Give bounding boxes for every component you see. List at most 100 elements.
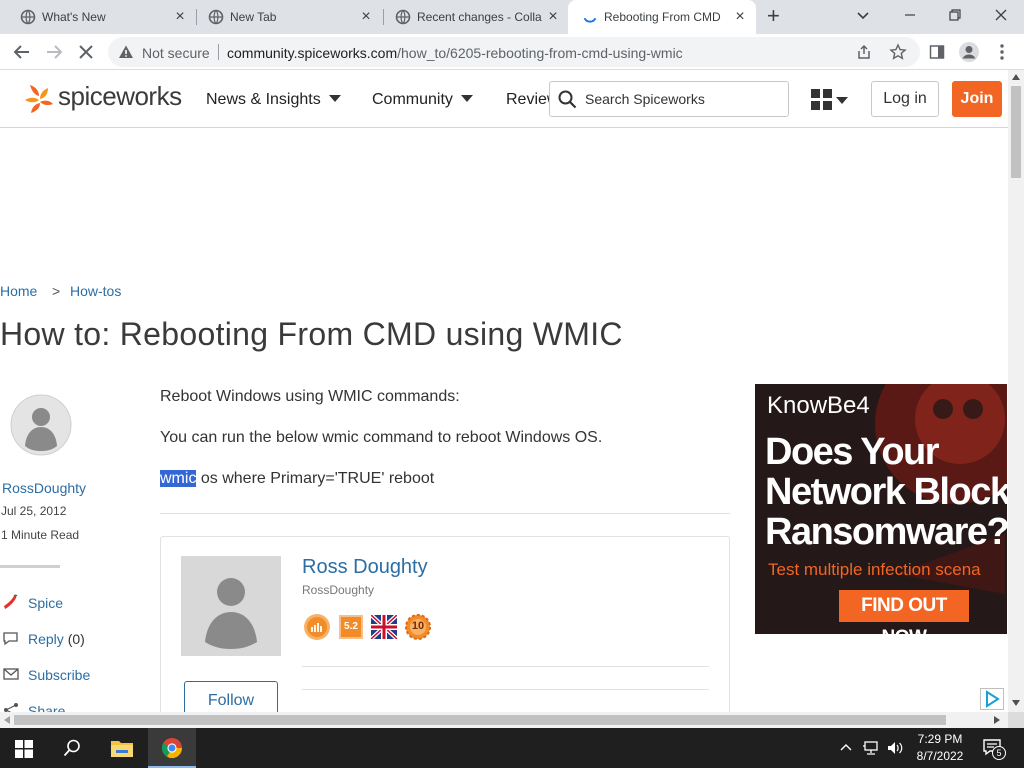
clock-time[interactable]: 7:29 PM [912,732,968,746]
author-avatar[interactable] [10,394,72,456]
author-card-name[interactable]: Ross Doughty [302,556,428,579]
chevron-down-icon [836,97,848,104]
author-card: Ross Doughty RossDoughty 5.2 10 Follow [160,536,730,726]
network-icon[interactable] [862,740,880,756]
scroll-left-arrow-icon[interactable] [4,716,10,724]
reply-button[interactable]: Reply (0) [2,630,85,647]
vertical-scroll-thumb[interactable] [1011,86,1021,178]
browser-toolbar: Not secure community.spiceworks.com/how_… [0,34,1024,70]
close-window-icon[interactable] [994,8,1008,22]
side-panel-icon[interactable] [929,44,945,60]
search-placeholder: Search Spiceworks [585,91,705,107]
chevron-up-icon[interactable] [840,743,852,751]
adchoices-icon[interactable] [980,688,1004,710]
stop-loading-icon[interactable] [74,40,98,64]
new-tab-plus-icon[interactable]: + [767,5,780,27]
years-badge: 10 [405,614,431,640]
breadcrumb-howtos[interactable]: How-tos [70,283,121,299]
ad-headline-line2: Network Block [765,471,1007,513]
url-text[interactable]: community.spiceworks.com/how_to/6205-reb… [227,45,683,61]
author-card-username: RossDoughty [302,583,375,597]
tab-search-chevron-icon[interactable] [856,8,870,22]
spice-button[interactable]: Spice [2,594,63,611]
ad-subline: Test multiple infection scena [768,560,981,579]
login-button[interactable]: Log in [871,81,939,117]
author-link[interactable]: RossDoughty [2,480,86,496]
spiceworks-logo[interactable]: spiceworks [22,80,187,116]
envelope-icon [3,668,19,680]
nav-news-insights[interactable]: News & Insights [206,91,341,109]
close-tab-icon[interactable]: × [172,9,188,25]
chevron-down-icon [460,95,473,102]
windows-start-icon[interactable] [15,740,33,758]
reply-label: Reply [28,631,64,647]
breadcrumb-separator: > [52,283,61,299]
action-center-button[interactable]: 5 [980,736,1008,762]
chrome-taskbar-button[interactable] [148,728,196,768]
selected-text: wmic [160,470,197,487]
nav-label: Community [372,91,453,108]
uk-flag-icon [371,615,397,639]
browser-tab[interactable]: Recent changes - Colla × [381,0,569,34]
omnibox-divider [218,44,219,60]
taskbar-search-icon[interactable] [63,739,81,757]
scroll-down-arrow-icon[interactable] [1012,700,1020,706]
pepper-icon [4,594,18,609]
url-path: /how_to/6205-rebooting-from-cmd-using-wm… [397,45,683,61]
minimize-icon[interactable] [903,8,917,22]
nav-reviews[interactable]: Reviews [506,91,550,109]
close-tab-icon[interactable]: × [732,9,748,25]
scroll-right-arrow-icon[interactable] [994,716,1000,724]
read-time: 1 Minute Read [1,528,80,542]
globe-icon [395,9,411,25]
browser-tab-active[interactable]: Rebooting From CMD × [568,0,756,34]
scroll-up-arrow-icon[interactable] [1012,74,1020,80]
loading-icon [584,18,596,23]
vertical-scrollbar[interactable] [1008,70,1024,712]
clock-date[interactable]: 8/7/2022 [912,749,968,763]
search-icon [558,90,577,109]
file-explorer-taskbar-button[interactable] [98,728,146,768]
horizontal-scroll-thumb[interactable] [14,715,946,725]
warning-icon[interactable] [118,44,134,60]
browser-tab[interactable]: What's New × [6,0,196,34]
ad-cta-button[interactable]: FIND OUT NOW [839,590,969,634]
article-paragraph: You can run the below wmic command to re… [160,429,603,446]
site-search-input[interactable]: Search Spiceworks [549,81,789,117]
bookmark-star-icon[interactable] [889,43,907,61]
rank-badge-icon [304,614,330,640]
ad-headline-line3: Ransomware? [765,511,1007,553]
join-button[interactable]: Join [952,81,1002,117]
security-status[interactable]: Not secure [142,45,210,61]
address-bar[interactable]: Not secure community.spiceworks.com/how_… [108,37,920,67]
card-divider [302,689,709,690]
url-host: community.spiceworks.com [227,45,398,61]
notification-count-badge: 5 [992,746,1006,760]
nav-community[interactable]: Community [372,91,473,109]
back-arrow-icon[interactable] [10,40,34,64]
tab-title: New Tab [230,10,277,24]
browser-tab-strip: What's New × New Tab × Recent changes - … [0,0,1024,34]
nav-label: Reviews [506,91,550,108]
grid-icon [811,89,832,110]
spice-label: Spice [28,595,64,611]
profile-avatar-icon[interactable] [958,41,980,63]
share-page-icon[interactable] [856,44,872,60]
advertisement-banner[interactable]: KnowBe4 Does Your Network Block Ransomwa… [755,384,1007,634]
browser-tab[interactable]: New Tab × [194,0,384,34]
breadcrumb-home[interactable]: Home [0,283,37,299]
forward-arrow-icon[interactable] [42,40,66,64]
apps-menu-button[interactable] [810,88,858,112]
close-tab-icon[interactable]: × [358,9,374,25]
reply-count: (0) [67,631,85,647]
close-tab-icon[interactable]: × [545,9,561,25]
browser-menu-icon[interactable] [995,43,1009,61]
restore-icon[interactable] [948,8,962,22]
subscribe-button[interactable]: Subscribe [2,666,90,683]
chevron-down-icon [328,95,341,102]
volume-icon[interactable] [886,740,904,756]
chrome-icon [161,738,183,759]
level-badge: 5.2 [339,615,363,639]
horizontal-scrollbar[interactable] [0,712,1008,728]
author-card-avatar[interactable] [181,556,281,656]
